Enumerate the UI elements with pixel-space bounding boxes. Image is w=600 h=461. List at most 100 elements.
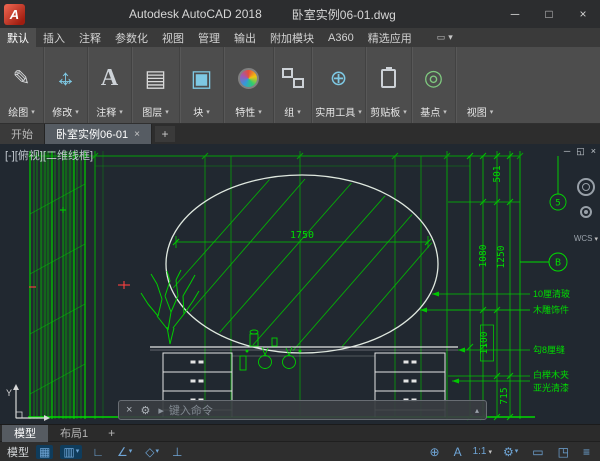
window-controls: ─ □ ×: [498, 0, 600, 28]
groups-icon: [282, 68, 304, 88]
grid-bubble: 5: [550, 156, 566, 210]
isolate-objects-icon[interactable]: ▭: [529, 445, 546, 459]
panel-layers[interactable]: ▤ 图层▾: [132, 47, 180, 123]
document-title: 卧室实例06-01.dwg: [292, 6, 396, 23]
chevron-down-icon: ▾: [489, 448, 493, 456]
grid-icon[interactable]: ▦: [36, 445, 53, 459]
ribbon-tab-manage[interactable]: 管理: [191, 28, 227, 47]
maximize-button[interactable]: □: [532, 0, 566, 28]
mirror-ellipse: [166, 175, 438, 353]
file-tab-close-icon[interactable]: ×: [134, 129, 140, 140]
viewport-restore-icon[interactable]: ◱: [576, 146, 585, 157]
ribbon-minimize-button[interactable]: ▭ ▾: [431, 28, 459, 47]
ribbon-minimize-icon: ▭: [437, 32, 446, 43]
file-tab-start-label: 开始: [11, 126, 33, 142]
utilities-icon: ⊕: [330, 52, 348, 104]
wcs-label: WCS: [574, 234, 593, 243]
ribbon-tab-home[interactable]: 默认: [0, 28, 36, 47]
datum-text: B: [555, 258, 561, 269]
panel-block[interactable]: ▣ 块▾: [180, 47, 224, 123]
chevron-down-icon: ▾: [594, 235, 598, 243]
file-tab-start[interactable]: 开始: [0, 124, 45, 144]
basepoint-icon: ◎: [424, 52, 443, 104]
perpendicular-snap-icon[interactable]: ⊥: [169, 445, 185, 459]
ortho-icon[interactable]: ∟: [89, 445, 107, 459]
annotation-text-glass: 10厘清玻: [533, 288, 570, 299]
steering-wheel-icon[interactable]: [580, 206, 592, 218]
panel-view[interactable]: 视图▾: [456, 47, 504, 123]
chevron-down-icon: ▾: [206, 108, 210, 116]
panel-annotation[interactable]: A 注释▾: [88, 47, 132, 123]
panel-clipboard[interactable]: 剪贴板▾: [366, 47, 412, 123]
panel-groups[interactable]: 组▾: [274, 47, 312, 123]
snap-icon[interactable]: ▥▾: [60, 445, 82, 459]
panel-modify-label: 修改: [52, 104, 72, 119]
annotation-visibility-icon[interactable]: A: [451, 445, 465, 459]
ribbon-tab-parametric[interactable]: 参数化: [108, 28, 155, 47]
command-customize-icon[interactable]: ⚙: [140, 404, 150, 417]
annotation-text-beech: 白榉木夹: [533, 369, 569, 380]
panel-utilities-label: 实用工具: [315, 104, 355, 119]
panel-properties-label: 特性: [235, 104, 255, 119]
ribbon-tab-addins[interactable]: 附加模块: [263, 28, 321, 47]
ribbon-tab-view[interactable]: 视图: [155, 28, 191, 47]
datum-symbol: B: [520, 253, 567, 271]
workspace-gear-icon[interactable]: ⚙▾: [500, 445, 521, 459]
tab-layout1[interactable]: 布局1: [48, 425, 100, 442]
add-layout-button[interactable]: +: [100, 426, 123, 440]
panel-draw[interactable]: ✎ 绘图▾: [0, 47, 44, 123]
panel-layers-label: 图层: [142, 104, 162, 119]
panel-basepoint-label: 基点: [420, 104, 440, 119]
chevron-down-icon: ▾: [448, 32, 453, 43]
annotation-scale-value: 1:1: [473, 446, 487, 457]
panel-modify[interactable]: ↔↕ 修改▾: [44, 47, 88, 123]
navigation-compass-icon[interactable]: [577, 178, 595, 196]
draw-icon: ✎: [13, 52, 31, 104]
panel-utilities[interactable]: ⊕ 实用工具▾: [312, 47, 366, 123]
viewport-minimize-icon[interactable]: ─: [564, 146, 570, 157]
annotation-scale-control[interactable]: 1:1 ▾: [473, 446, 492, 457]
command-close-icon[interactable]: ×: [126, 404, 132, 416]
close-button[interactable]: ×: [566, 0, 600, 28]
ribbon-tab-insert[interactable]: 插入: [36, 28, 72, 47]
panel-clipboard-label: 剪贴板: [370, 104, 400, 119]
minimize-button[interactable]: ─: [498, 0, 532, 28]
annotation-text-carving: 木雕饰件: [533, 304, 569, 315]
object-snap-icon[interactable]: ◇▾: [142, 445, 162, 459]
command-history-icon[interactable]: ▴: [475, 406, 479, 415]
panel-properties[interactable]: 特性▾: [224, 47, 274, 123]
command-input[interactable]: 键入命令: [169, 402, 213, 418]
panel-basepoint[interactable]: ◎ 基点▾: [412, 47, 456, 123]
dim-text-501: 501: [492, 165, 503, 182]
status-model-label[interactable]: 模型: [7, 444, 29, 460]
ribbon-tab-featured-apps[interactable]: 精选应用: [361, 28, 419, 47]
file-tab-document-label: 卧室实例06-01: [56, 126, 128, 142]
file-tab-document[interactable]: 卧室实例06-01 ×: [45, 124, 152, 144]
tab-model[interactable]: 模型: [2, 425, 48, 442]
ribbon-tab-a360[interactable]: A360: [321, 28, 361, 47]
autocad-logo-icon[interactable]: A: [4, 4, 25, 25]
clean-screen-icon[interactable]: ◳: [555, 445, 572, 459]
ribbon-tab-output[interactable]: 输出: [227, 28, 263, 47]
color-wheel-icon: [238, 68, 259, 89]
new-drawing-tab-button[interactable]: +: [155, 126, 175, 142]
polar-tracking-icon[interactable]: ∠▾: [114, 445, 135, 459]
chevron-down-icon: ▾: [165, 108, 169, 116]
ucs-y-label: Y: [6, 388, 12, 398]
panel-draw-label: 绘图: [8, 104, 28, 119]
ribbon-tab-bar: 默认 插入 注释 参数化 视图 管理 输出 附加模块 A360 精选应用 ▭ ▾: [0, 28, 600, 47]
dim-text-715: 715: [499, 387, 510, 404]
chevron-down-icon: ▾: [75, 108, 79, 116]
chevron-down-icon: ▾: [258, 108, 262, 116]
wcs-control[interactable]: WCS ▾: [574, 234, 598, 243]
ribbon-tab-annotate[interactable]: 注释: [72, 28, 108, 47]
ribbon-filler: [504, 47, 600, 123]
status-bar: 模型 ▦ ▥▾ ∟ ∠▾ ◇▾ ⊥ ⊕ A 1:1 ▾ ⚙▾ ▭ ◳ ≡: [0, 441, 600, 461]
command-line[interactable]: × ⚙ ▸ 键入命令 ▴: [118, 400, 487, 420]
annotation-monitor-icon[interactable]: ⊕: [427, 445, 443, 459]
drawing-canvas[interactable]: 1750: [0, 144, 600, 424]
viewport-controls-label[interactable]: [-][俯视][二维线框]: [5, 147, 93, 163]
annotation-text-groove: 勾8厘缝: [533, 344, 565, 355]
customize-menu-icon[interactable]: ≡: [580, 445, 593, 459]
viewport-close-icon[interactable]: ×: [591, 146, 596, 157]
